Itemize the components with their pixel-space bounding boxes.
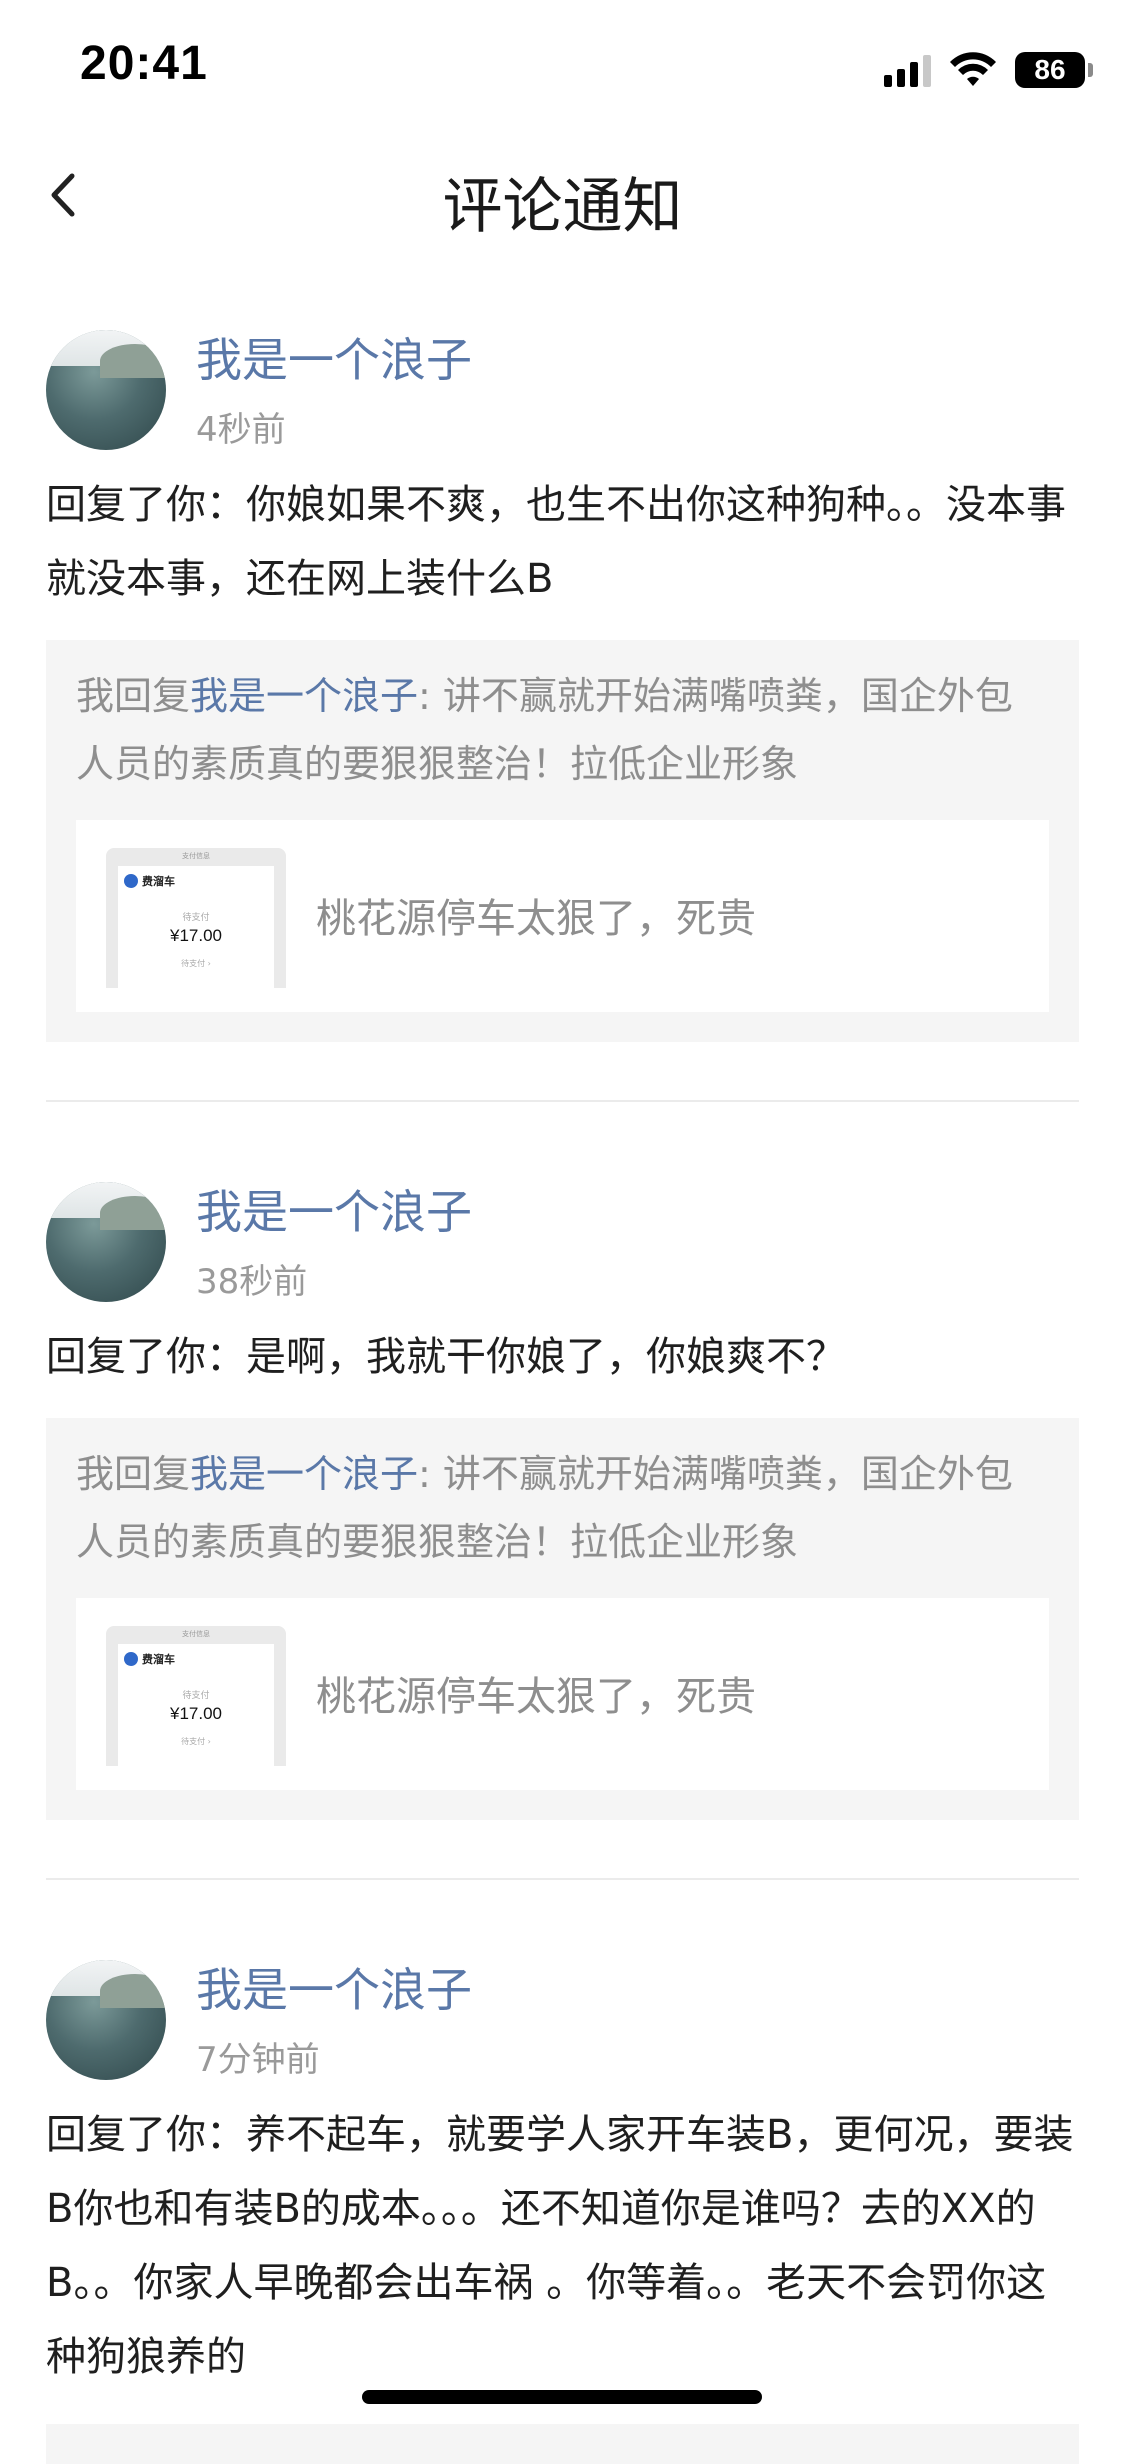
thumb-receipt: 费溜车 待支付 ¥17.00 待支付 ›: [118, 1644, 274, 1766]
notice-item: 我是一个浪子 7分钟前 回复了你：养不起车，就要学人家开车装B，更何况，要装B你…: [0, 1954, 1125, 2464]
post-title: 桃花源停车太狠了，死贵: [316, 896, 756, 942]
thumb-receipt: 费溜车 待支付 ¥17.00 待支付 ›: [118, 866, 274, 988]
page-title: 评论通知: [442, 172, 683, 242]
post-thumbnail: 支付信息 费溜车 待支付 ¥17.00 待支付 ›: [106, 1626, 286, 1766]
thumb-foot: 待支付 ›: [181, 1737, 211, 1746]
notice-header: 我是一个浪子 7分钟前: [46, 1954, 1079, 2084]
time-ago: 7分钟前: [196, 2040, 320, 2080]
wifi-icon: [949, 52, 997, 88]
post-card[interactable]: 支付信息 费溜车 待支付 ¥17.00 待支付 › 桃花源停车太狠了，死贵: [76, 1598, 1049, 1790]
post-title: 桃花源停车太狠了，死贵: [316, 1674, 756, 1720]
comment-text[interactable]: 回复了你：养不起车，就要学人家开车装B，更何况，要装B你也和有装B的成本。。。还…: [46, 2098, 1079, 2394]
status-bar: 20:41 86: [0, 0, 1125, 140]
user-name[interactable]: 我是一个浪子: [196, 1176, 472, 1242]
thumb-sub: 待支付: [182, 1691, 210, 1701]
post-thumbnail: 支付信息 费溜车 待支付 ¥17.00 待支付 ›: [106, 848, 286, 988]
thumb-foot: 待支付 ›: [181, 959, 211, 968]
comment-text[interactable]: 回复了你：是啊，我就干你娘了，你娘爽不？: [46, 1320, 1079, 1394]
thumb-brand: 费溜车: [142, 1653, 175, 1666]
avatar[interactable]: [46, 1960, 166, 2080]
quote-prefix: 我回复: [76, 1452, 191, 1496]
quote-box[interactable]: [46, 2424, 1079, 2464]
time-ago: 4秒前: [196, 410, 286, 450]
avatar[interactable]: [46, 1182, 166, 1302]
home-indicator[interactable]: [362, 2390, 762, 2404]
notice-header: 我是一个浪子 4秒前: [46, 324, 1079, 454]
nav-bar: 评论通知: [0, 140, 1125, 250]
quote-box[interactable]: 我回复我是一个浪子: 讲不赢就开始满嘴喷粪，国企外包人员的素质真的要狠狠整治！拉…: [46, 1418, 1079, 1820]
comment-text[interactable]: 回复了你：你娘如果不爽，也生不出你这种狗种。。没本事就没本事，还在网上装什么B: [46, 468, 1079, 616]
quote-user-name[interactable]: 我是一个浪子: [190, 674, 418, 718]
battery-level: 86: [1034, 54, 1066, 85]
divider: [46, 1878, 1079, 1880]
battery-cap: [1088, 63, 1093, 77]
notice-header: 我是一个浪子 38秒前: [46, 1176, 1079, 1306]
status-time: 20:41: [80, 37, 208, 90]
signal-icon: [884, 53, 931, 87]
user-name[interactable]: 我是一个浪子: [196, 1954, 472, 2020]
quote-text: 我回复我是一个浪子: 讲不赢就开始满嘴喷粪，国企外包人员的素质真的要狠狠整治！拉…: [76, 662, 1049, 798]
brand-logo-icon: [124, 1652, 138, 1666]
thumb-sub: 待支付: [182, 913, 210, 923]
thumb-amount: ¥17.00: [170, 926, 222, 945]
quote-text: 我回复我是一个浪子: 讲不赢就开始满嘴喷粪，国企外包人员的素质真的要狠狠整治！拉…: [76, 1440, 1049, 1576]
brand-logo-icon: [124, 874, 138, 888]
thumb-header: 支付信息: [182, 1630, 210, 1638]
notice-item: 我是一个浪子 38秒前 回复了你：是啊，我就干你娘了，你娘爽不？ 我回复我是一个…: [0, 1176, 1125, 1820]
status-icons: 86: [884, 48, 1093, 92]
quote-prefix: 我回复: [76, 674, 191, 718]
notice-list: 我是一个浪子 4秒前 回复了你：你娘如果不爽，也生不出你这种狗种。。没本事就没本…: [0, 250, 1125, 2464]
user-name[interactable]: 我是一个浪子: [196, 324, 472, 390]
post-card[interactable]: 支付信息 费溜车 待支付 ¥17.00 待支付 › 桃花源停车太狠了，死贵: [76, 820, 1049, 1012]
avatar[interactable]: [46, 330, 166, 450]
quote-box[interactable]: 我回复我是一个浪子: 讲不赢就开始满嘴喷粪，国企外包人员的素质真的要狠狠整治！拉…: [46, 640, 1079, 1042]
time-ago: 38秒前: [196, 1262, 308, 1302]
quote-user-name[interactable]: 我是一个浪子: [190, 1452, 418, 1496]
divider: [46, 1100, 1079, 1102]
thumb-amount: ¥17.00: [170, 1704, 222, 1723]
thumb-brand: 费溜车: [142, 875, 175, 888]
battery-icon: 86: [1015, 52, 1093, 88]
notice-item: 我是一个浪子 4秒前 回复了你：你娘如果不爽，也生不出你这种狗种。。没本事就没本…: [0, 324, 1125, 1042]
thumb-header: 支付信息: [182, 852, 210, 860]
